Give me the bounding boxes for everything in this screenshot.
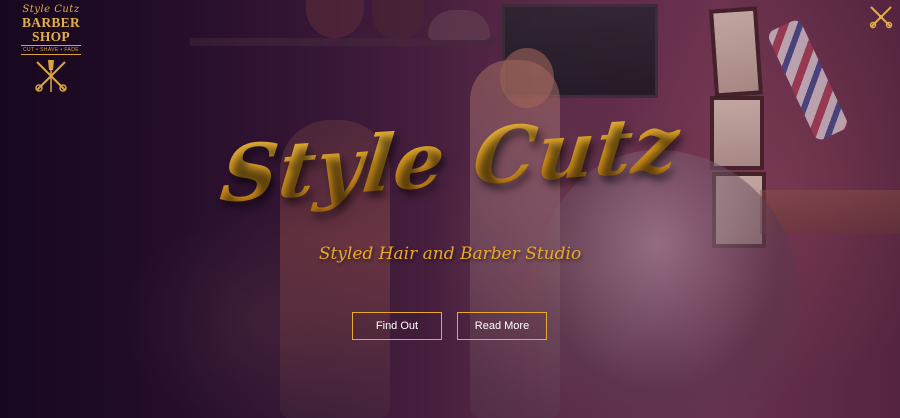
hero-subtitle: Styled Hair and Barber Studio <box>318 244 582 264</box>
hero-buttons: Find Out Read More <box>352 312 552 340</box>
hero-section: Style Cutz BARBER SHOP CUT • SHAVE • FAD… <box>0 0 900 418</box>
site-logo[interactable]: Style Cutz BARBER SHOP CUT • SHAVE • FAD… <box>6 4 96 92</box>
logo-main-text: BARBER SHOP <box>21 15 81 44</box>
logo-tagline: CUT • SHAVE • FADE <box>21 45 81 55</box>
find-out-button[interactable]: Find Out <box>352 312 442 340</box>
crossed-scissors-razor-icon <box>35 60 67 92</box>
read-more-button[interactable]: Read More <box>457 312 547 340</box>
crossed-tools-icon[interactable] <box>868 4 894 30</box>
